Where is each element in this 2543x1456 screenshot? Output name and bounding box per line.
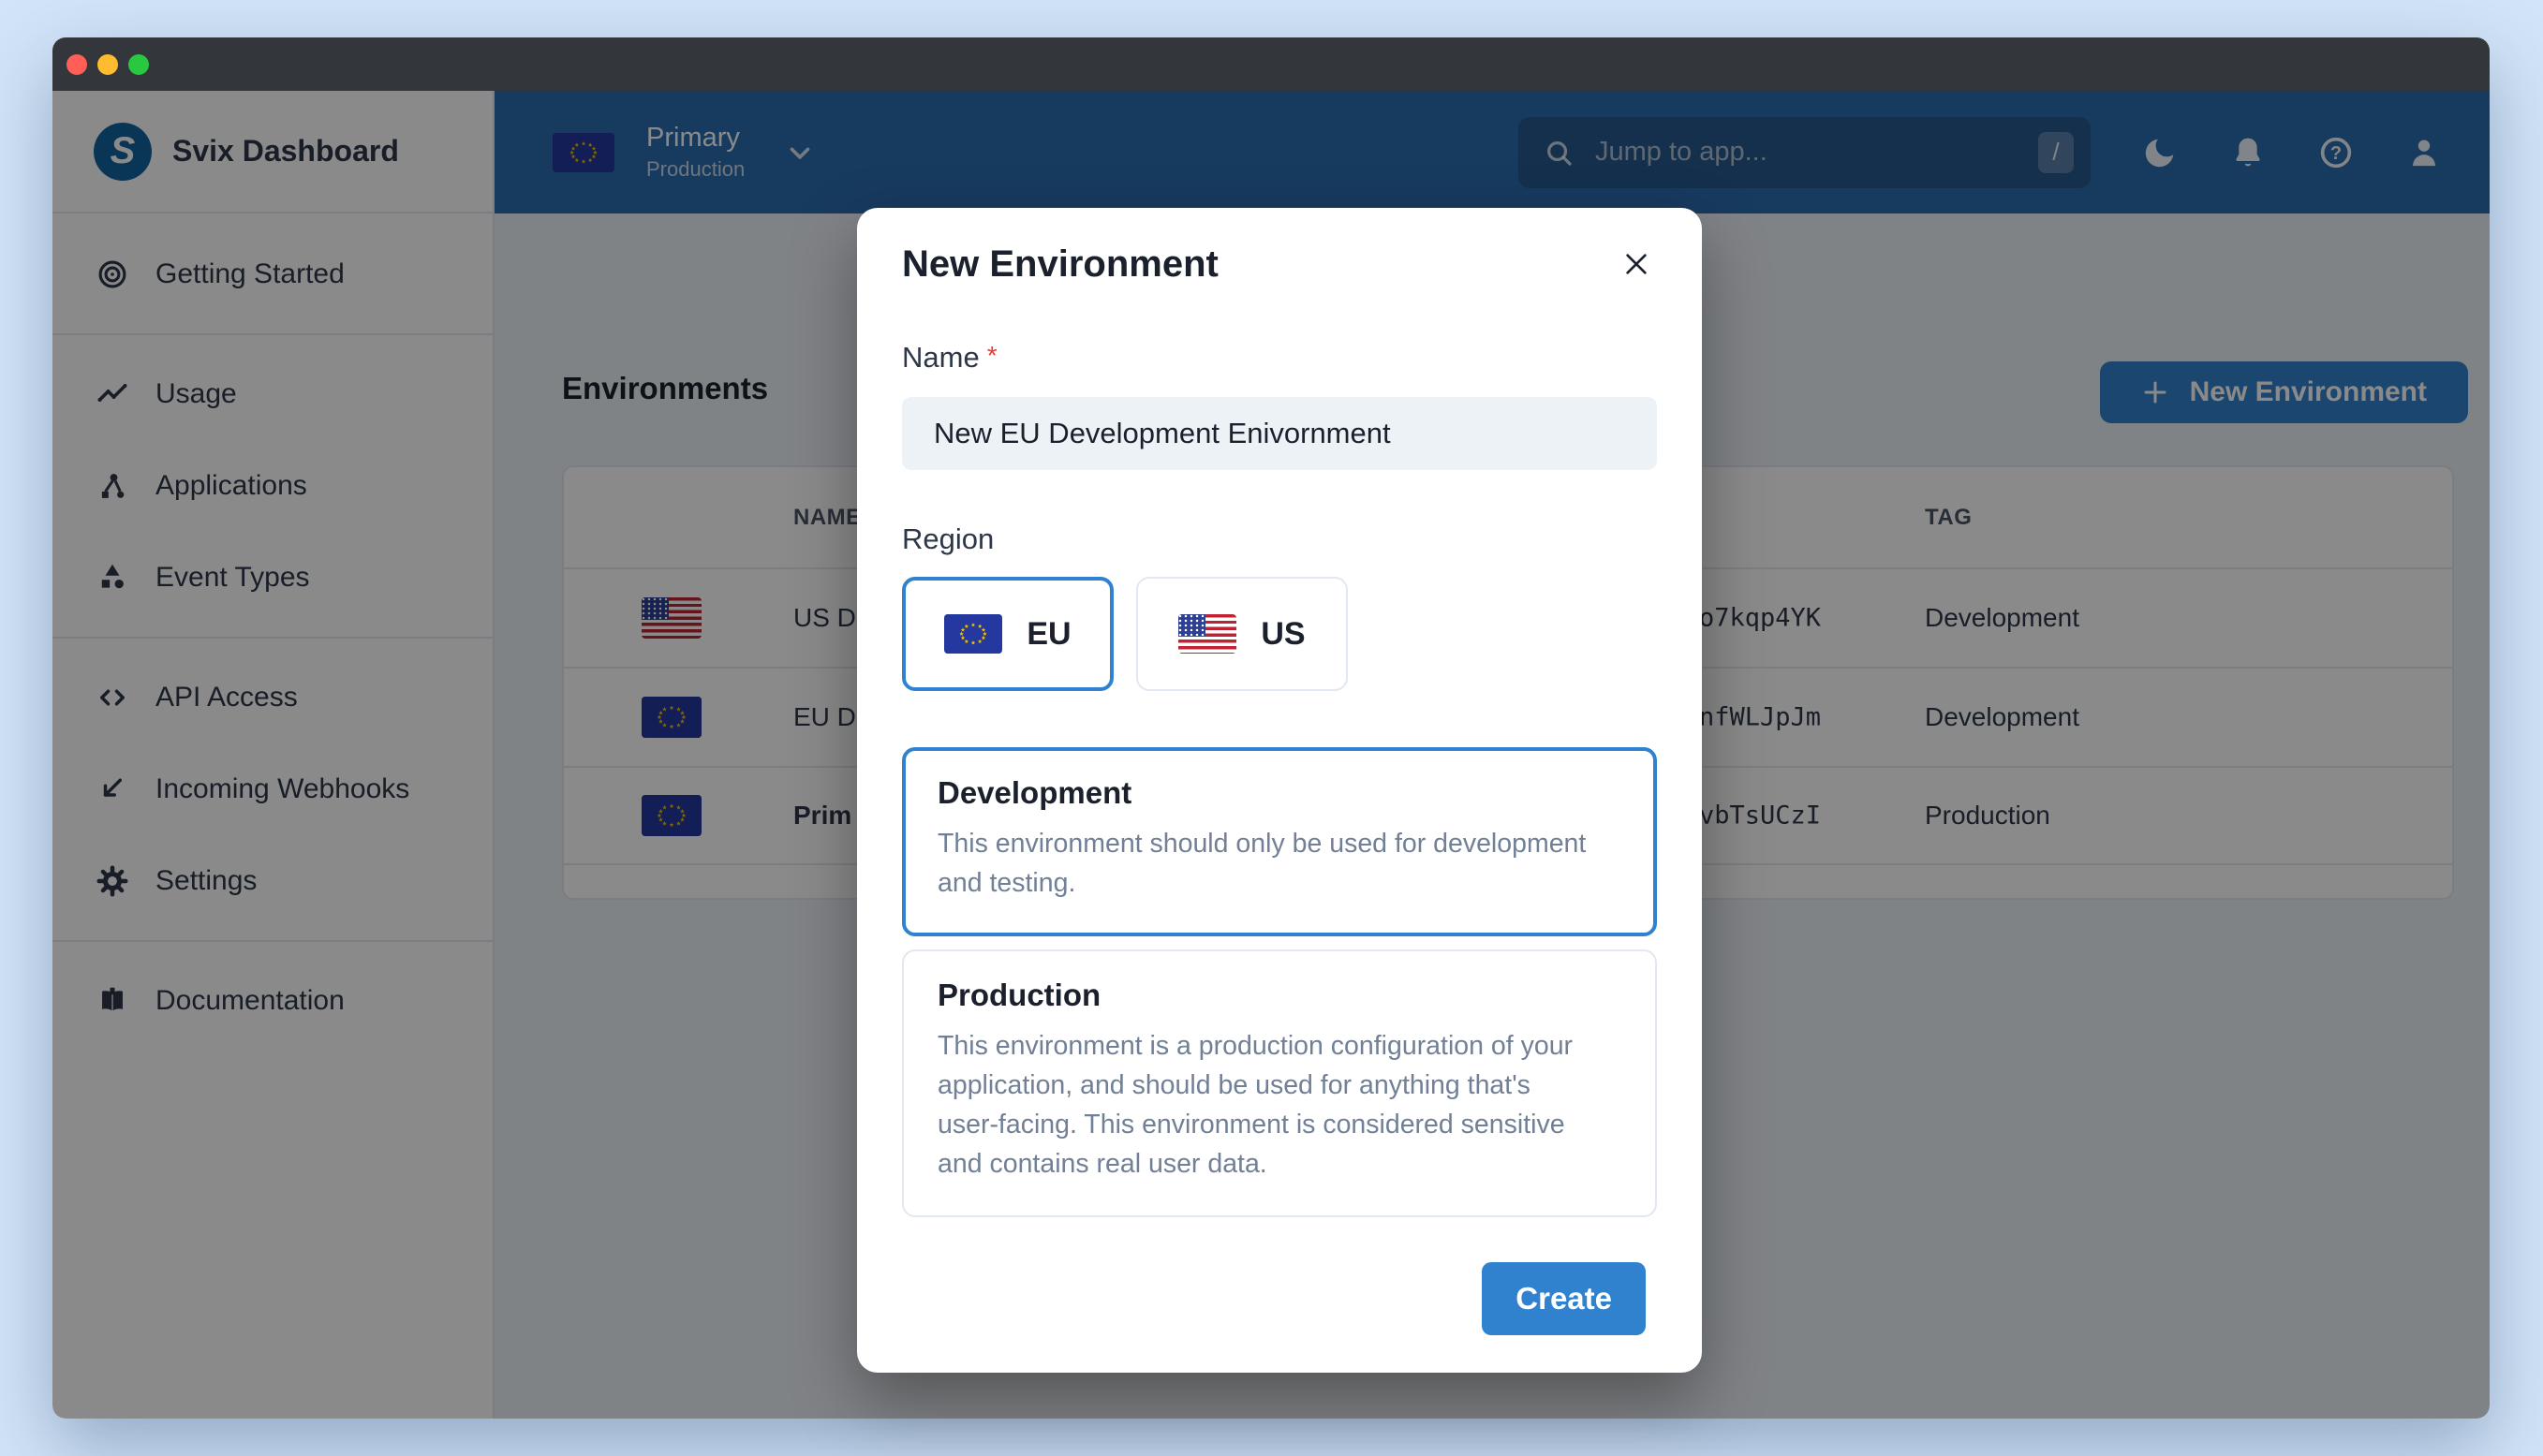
required-marker: * (986, 341, 998, 370)
window-titlebar (52, 37, 2490, 91)
region-label: Region (902, 522, 995, 555)
type-description: This environment is a production configu… (938, 1031, 1574, 1179)
eu-flag-icon (944, 614, 1003, 654)
name-label: Name * (902, 341, 998, 374)
type-description: This environment should only be used for… (938, 829, 1587, 898)
environment-name-input[interactable] (902, 397, 1657, 470)
region-code: US (1261, 615, 1306, 652)
zoom-window-button[interactable] (128, 53, 149, 75)
modal-title: New Environment (902, 243, 1219, 285)
region-option-us[interactable]: US (1136, 577, 1348, 691)
environment-type-development[interactable]: Development This environment should only… (902, 747, 1657, 936)
close-window-button[interactable] (67, 53, 87, 75)
type-title: Production (938, 978, 1101, 1012)
type-title: Development (938, 775, 1132, 810)
region-code: EU (1027, 615, 1072, 652)
minimize-window-button[interactable] (97, 53, 118, 75)
region-option-eu[interactable]: EU (902, 577, 1114, 691)
close-icon[interactable] (1616, 243, 1657, 285)
create-button[interactable]: Create (1482, 1262, 1646, 1335)
us-flag-icon (1178, 614, 1237, 654)
new-environment-modal: New Environment Name* Region EU US Devel… (857, 208, 1702, 1373)
environment-type-production[interactable]: Production This environment is a product… (902, 949, 1657, 1217)
